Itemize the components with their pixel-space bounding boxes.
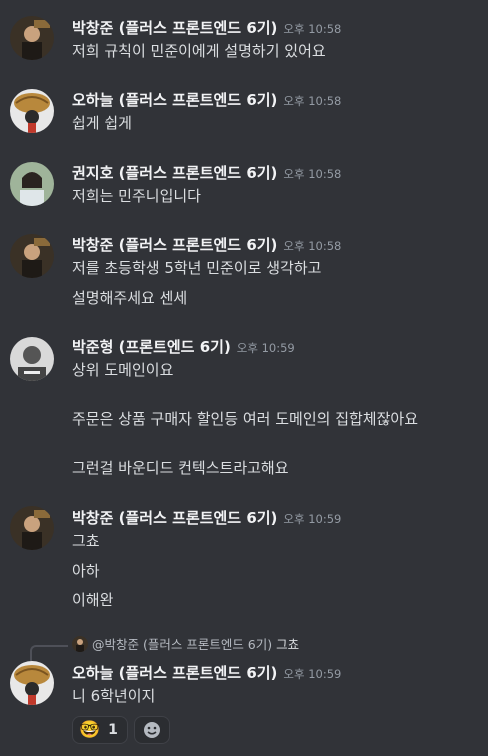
timestamp: 오후 10:58 [283,167,342,181]
add-reaction-button[interactable] [134,716,170,744]
message-text: 그런걸 바운디드 컨텍스트라고해요 [72,459,289,477]
timestamp: 오후 10:59 [236,341,295,355]
reply-text: 그쵸 [276,637,300,652]
nerd-emoji-icon: 🤓 [79,719,101,740]
timestamp: 오후 10:59 [283,667,342,681]
message-text: 저희 규칙이 민준이에게 설명하기 있어요 [72,42,326,60]
message-text: 상위 도메인이요 [72,361,174,379]
add-reaction-icon [144,722,160,738]
message-text: 설명해주세요 센세 [72,289,188,307]
author-name[interactable]: 박준형 (프론트엔드 6기) [72,338,231,356]
avatar[interactable] [10,16,54,60]
avatar[interactable] [10,337,54,381]
message-text: 니 6학년이지 [72,687,156,705]
author-name[interactable]: 박창준 (플러스 프론트엔드 6기) [72,19,277,37]
avatar[interactable] [10,506,54,550]
avatar[interactable] [10,162,54,206]
message-text: 쉽게 쉽게 [72,114,132,132]
timestamp: 오후 10:58 [283,22,342,36]
reaction-nerd[interactable]: 🤓 1 [72,716,128,744]
message-text: 이해완 [72,591,114,609]
timestamp: 오후 10:58 [283,239,342,253]
reply-mention[interactable]: @박창준 (플러스 프론트엔드 6기) [92,637,272,652]
avatar[interactable] [10,661,54,705]
reply-avatar [72,636,88,652]
message-text: 저희는 민주니입니다 [72,187,201,205]
author-name[interactable]: 오하늘 (플러스 프론트엔드 6기) [72,664,277,682]
timestamp: 오후 10:59 [283,512,342,526]
avatar[interactable] [10,234,54,278]
message-text: 저를 초등학생 5학년 민준이로 생각하고 [72,259,322,277]
message-text: 아하 [72,562,100,580]
author-name[interactable]: 오하늘 (플러스 프론트엔드 6기) [72,91,277,109]
timestamp: 오후 10:58 [283,94,342,108]
reply-spine [30,645,68,661]
avatar[interactable] [10,89,54,133]
message-text: 주문은 상품 구매자 할인등 여러 도메인의 집합체잖아요 [72,410,419,428]
reply-reference[interactable]: @박창준 (플러스 프론트엔드 6기) 그쵸 [72,636,299,654]
author-name[interactable]: 박창준 (플러스 프론트엔드 6기) [72,509,277,527]
message-text: 그쵸 [72,532,100,550]
author-name[interactable]: 박창준 (플러스 프론트엔드 6기) [72,236,277,254]
author-name[interactable]: 권지호 (플러스 프론트엔드 6기) [72,164,277,182]
reaction-count: 1 [108,722,118,738]
